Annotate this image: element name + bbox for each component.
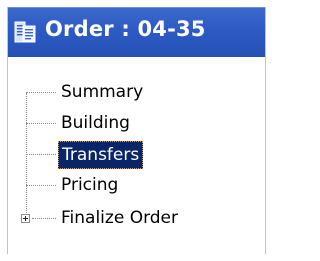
expand-plus-icon[interactable]	[21, 214, 30, 223]
tree-item-label: Building	[61, 113, 130, 133]
document-folder-icon	[14, 20, 36, 44]
panel-header: Order : 04-35	[8, 7, 265, 57]
tree-connector	[26, 123, 56, 124]
tree-connector	[26, 154, 56, 155]
tree-item-label: Pricing	[61, 175, 119, 195]
navigation-tree: Summary Building Transfers Pricing Final…	[8, 57, 265, 254]
tree-item-label: Transfers	[58, 141, 144, 169]
tree-item-label: Finalize Order	[61, 208, 178, 228]
tree-connector	[26, 185, 56, 186]
tree-connector	[26, 92, 56, 93]
tree-item-label: Summary	[61, 82, 144, 102]
tree-connector	[32, 218, 56, 219]
order-navigation-panel: Order : 04-35 Summary Building Transfers…	[7, 7, 266, 254]
tree-connector-line	[26, 93, 27, 223]
page-title: Order : 04-35	[45, 17, 206, 41]
